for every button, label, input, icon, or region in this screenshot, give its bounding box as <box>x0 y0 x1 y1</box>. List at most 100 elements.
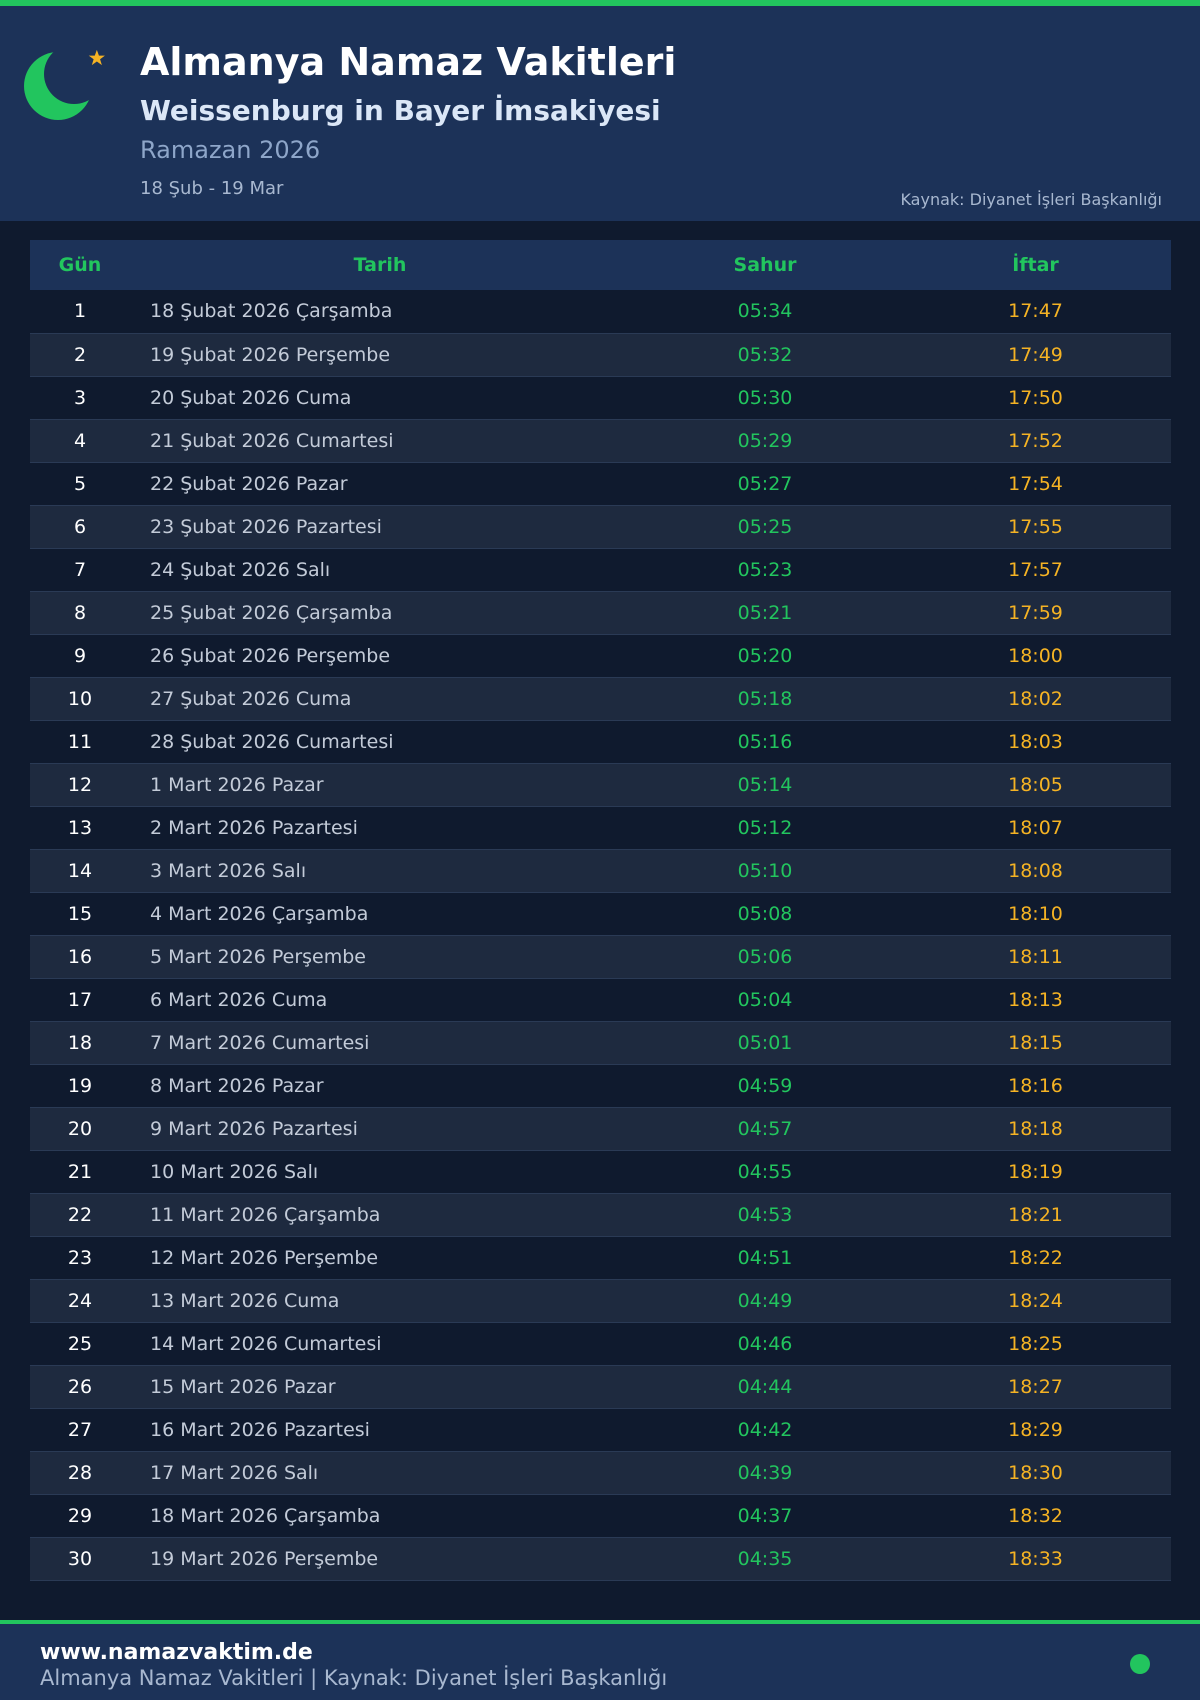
cell-sahur: 04:51 <box>630 1236 900 1280</box>
cell-tarih: 15 Mart 2026 Pazar <box>130 1365 630 1409</box>
table-row: 6 23 Şubat 2026 Pazartesi 05:25 17:55 <box>30 505 1171 549</box>
header-tarih: Tarih <box>130 240 630 290</box>
cell-iftar: 18:18 <box>900 1107 1171 1151</box>
cell-gun: 15 <box>30 892 130 936</box>
table-row: 29 18 Mart 2026 Çarşamba 04:37 18:32 <box>30 1494 1171 1538</box>
cell-iftar: 18:05 <box>900 763 1171 807</box>
cell-iftar: 18:32 <box>900 1494 1171 1538</box>
cell-tarih: 17 Mart 2026 Salı <box>130 1451 630 1495</box>
cell-gun: 6 <box>30 505 130 549</box>
cell-iftar: 18:19 <box>900 1150 1171 1194</box>
crescent-star-icon <box>24 49 105 120</box>
cell-gun: 13 <box>30 806 130 850</box>
cell-gun: 3 <box>30 376 130 420</box>
table-body: 1 18 Şubat 2026 Çarşamba 05:34 17:47 2 19 Şub… <box>30 290 1171 1581</box>
cell-iftar: 18:24 <box>900 1279 1171 1323</box>
cell-gun: 4 <box>30 419 130 463</box>
table-row: 11 28 Şubat 2026 Cumartesi 05:16 18:03 <box>30 720 1171 764</box>
table-row: 22 11 Mart 2026 Çarşamba 04:53 18:21 <box>30 1193 1171 1237</box>
cell-sahur: 05:20 <box>630 634 900 678</box>
cell-sahur: 05:14 <box>630 763 900 807</box>
status-dot-icon <box>1130 1654 1150 1674</box>
page-header: Almanya Namaz Vakitleri Weissenburg in B… <box>0 6 1200 221</box>
cell-tarih: 1 Mart 2026 Pazar <box>130 763 630 807</box>
cell-sahur: 05:34 <box>630 290 900 334</box>
cell-iftar: 17:54 <box>900 462 1171 506</box>
cell-gun: 22 <box>30 1193 130 1237</box>
footer-site-link[interactable]: www.namazvaktim.de <box>40 1640 313 1665</box>
cell-iftar: 18:03 <box>900 720 1171 764</box>
table-row: 13 2 Mart 2026 Pazartesi 05:12 18:07 <box>30 806 1171 850</box>
cell-gun: 19 <box>30 1064 130 1108</box>
table-row: 23 12 Mart 2026 Perşembe 04:51 18:22 <box>30 1236 1171 1280</box>
cell-gun: 11 <box>30 720 130 764</box>
cell-gun: 17 <box>30 978 130 1022</box>
cell-sahur: 05:18 <box>630 677 900 721</box>
table-row: 28 17 Mart 2026 Salı 04:39 18:30 <box>30 1451 1171 1495</box>
cell-sahur: 05:23 <box>630 548 900 592</box>
cell-sahur: 05:16 <box>630 720 900 764</box>
table-row: 26 15 Mart 2026 Pazar 04:44 18:27 <box>30 1365 1171 1409</box>
cell-iftar: 18:27 <box>900 1365 1171 1409</box>
cell-sahur: 05:08 <box>630 892 900 936</box>
cell-gun: 12 <box>30 763 130 807</box>
cell-gun: 7 <box>30 548 130 592</box>
table-row: 15 4 Mart 2026 Çarşamba 05:08 18:10 <box>30 892 1171 936</box>
cell-gun: 16 <box>30 935 130 979</box>
cell-gun: 10 <box>30 677 130 721</box>
table-row: 24 13 Mart 2026 Cuma 04:49 18:24 <box>30 1279 1171 1323</box>
cell-tarih: 2 Mart 2026 Pazartesi <box>130 806 630 850</box>
header-gun: Gün <box>30 240 130 290</box>
cell-iftar: 18:11 <box>900 935 1171 979</box>
cell-sahur: 04:53 <box>630 1193 900 1237</box>
table-row: 19 8 Mart 2026 Pazar 04:59 18:16 <box>30 1064 1171 1108</box>
table-row: 25 14 Mart 2026 Cumartesi 04:46 18:25 <box>30 1322 1171 1366</box>
cell-iftar: 17:49 <box>900 333 1171 377</box>
cell-sahur: 04:39 <box>630 1451 900 1495</box>
cell-gun: 24 <box>30 1279 130 1323</box>
table-row: 2 19 Şubat 2026 Perşembe 05:32 17:49 <box>30 333 1171 377</box>
cell-tarih: 11 Mart 2026 Çarşamba <box>130 1193 630 1237</box>
cell-tarih: 19 Mart 2026 Perşembe <box>130 1537 630 1581</box>
cell-tarih: 7 Mart 2026 Cumartesi <box>130 1021 630 1065</box>
cell-iftar: 17:57 <box>900 548 1171 592</box>
cell-tarih: 8 Mart 2026 Pazar <box>130 1064 630 1108</box>
cell-tarih: 4 Mart 2026 Çarşamba <box>130 892 630 936</box>
cell-sahur: 05:21 <box>630 591 900 635</box>
cell-sahur: 05:12 <box>630 806 900 850</box>
cell-gun: 30 <box>30 1537 130 1581</box>
cell-tarih: 26 Şubat 2026 Perşembe <box>130 634 630 678</box>
cell-tarih: 9 Mart 2026 Pazartesi <box>130 1107 630 1151</box>
cell-tarih: 28 Şubat 2026 Cumartesi <box>130 720 630 764</box>
table-row: 21 10 Mart 2026 Salı 04:55 18:19 <box>30 1150 1171 1194</box>
cell-tarih: 21 Şubat 2026 Cumartesi <box>130 419 630 463</box>
cell-iftar: 18:15 <box>900 1021 1171 1065</box>
cell-sahur: 05:01 <box>630 1021 900 1065</box>
source-label: Kaynak: Diyanet İşleri Başkanlığı <box>900 190 1162 209</box>
cell-iftar: 18:21 <box>900 1193 1171 1237</box>
cell-tarih: 5 Mart 2026 Perşembe <box>130 935 630 979</box>
table-row: 10 27 Şubat 2026 Cuma 05:18 18:02 <box>30 677 1171 721</box>
table-row: 4 21 Şubat 2026 Cumartesi 05:29 17:52 <box>30 419 1171 463</box>
cell-sahur: 04:37 <box>630 1494 900 1538</box>
table-row: 1 18 Şubat 2026 Çarşamba 05:34 17:47 <box>30 290 1171 334</box>
cell-sahur: 04:35 <box>630 1537 900 1581</box>
cell-iftar: 18:07 <box>900 806 1171 850</box>
cell-tarih: 19 Şubat 2026 Perşembe <box>130 333 630 377</box>
table-row: 12 1 Mart 2026 Pazar 05:14 18:05 <box>30 763 1171 807</box>
cell-gun: 14 <box>30 849 130 893</box>
cell-iftar: 18:08 <box>900 849 1171 893</box>
table-row: 9 26 Şubat 2026 Perşembe 05:20 18:00 <box>30 634 1171 678</box>
cell-sahur: 05:27 <box>630 462 900 506</box>
cell-tarih: 22 Şubat 2026 Pazar <box>130 462 630 506</box>
cell-sahur: 05:04 <box>630 978 900 1022</box>
table-row: 20 9 Mart 2026 Pazartesi 04:57 18:18 <box>30 1107 1171 1151</box>
cell-iftar: 18:30 <box>900 1451 1171 1495</box>
cell-iftar: 17:47 <box>900 290 1171 334</box>
cell-iftar: 17:59 <box>900 591 1171 635</box>
cell-gun: 29 <box>30 1494 130 1538</box>
cell-iftar: 18:29 <box>900 1408 1171 1452</box>
timetable: Gün Tarih Sahur İftar 1 18 Şubat 2026 Çar… <box>30 240 1171 1581</box>
cell-tarih: 13 Mart 2026 Cuma <box>130 1279 630 1323</box>
cell-tarih: 6 Mart 2026 Cuma <box>130 978 630 1022</box>
